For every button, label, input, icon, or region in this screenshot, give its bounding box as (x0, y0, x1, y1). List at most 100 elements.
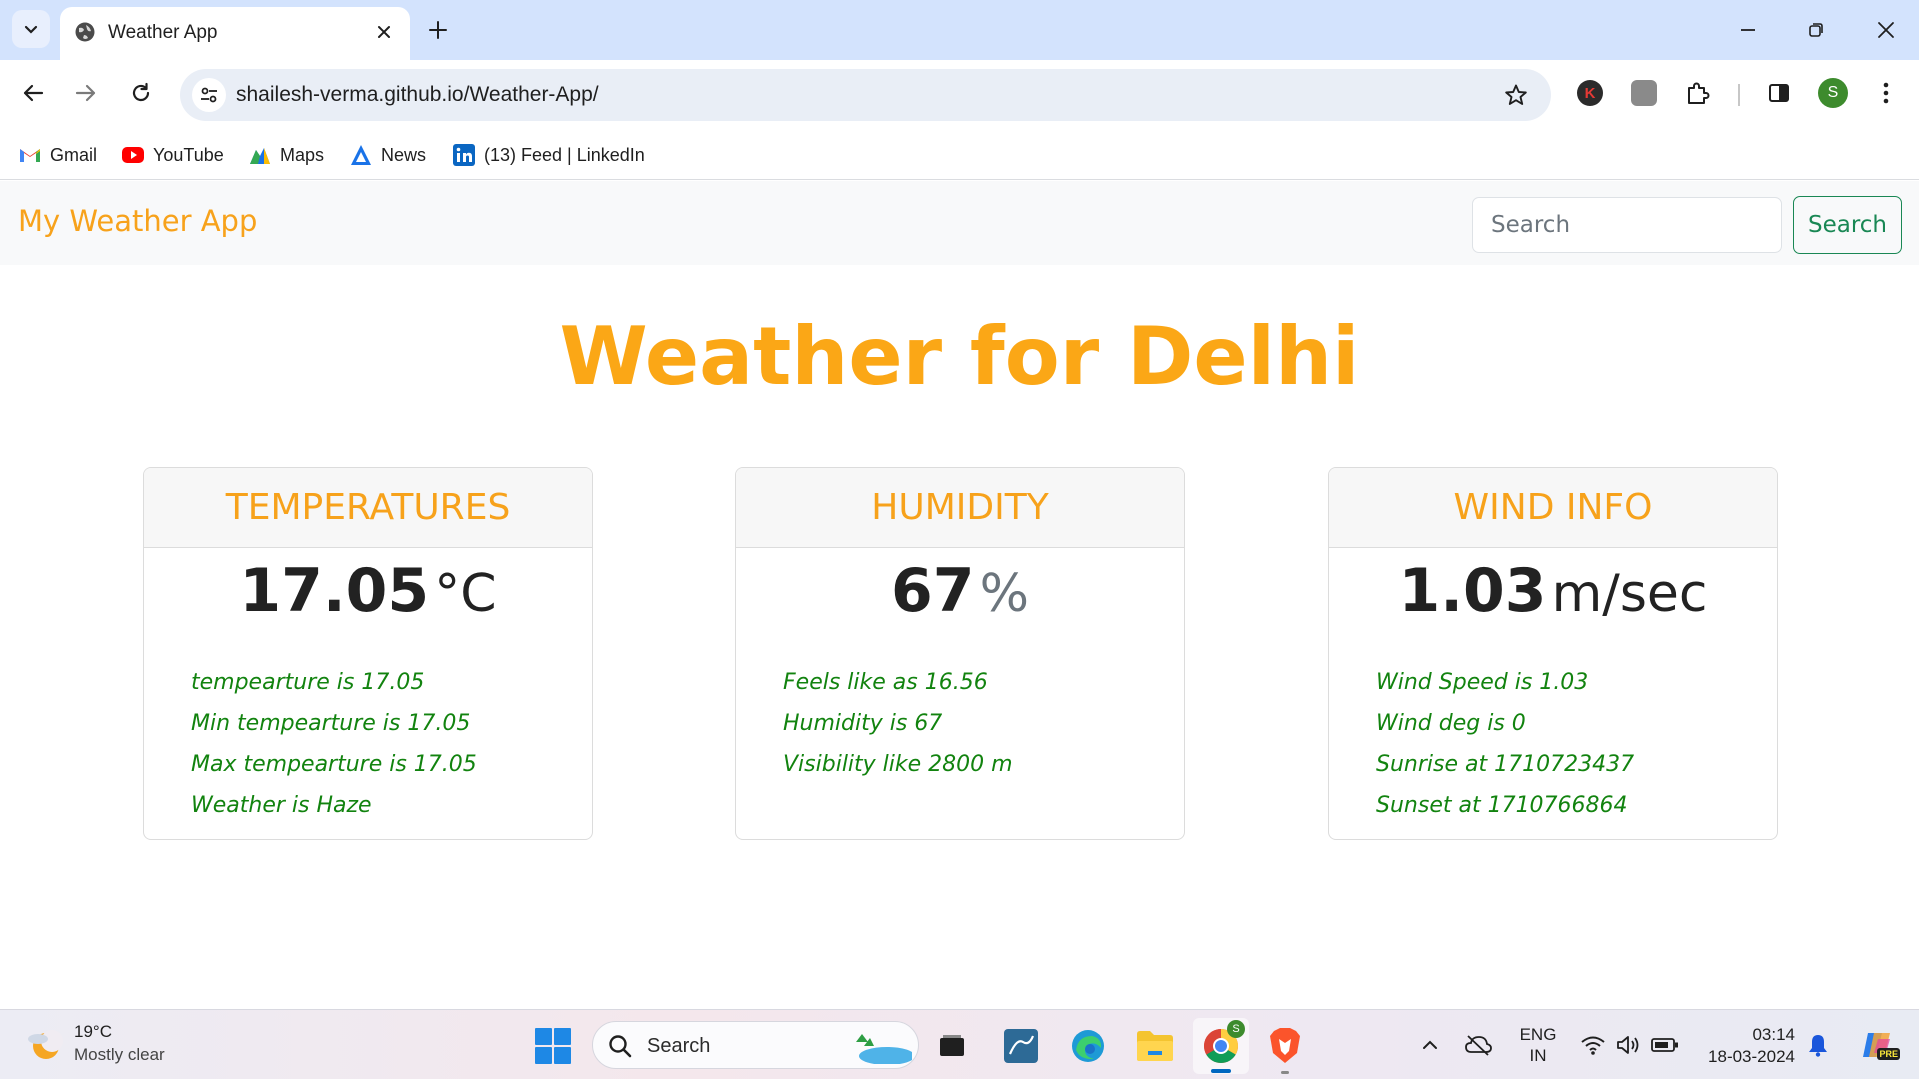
wifi-button[interactable] (1578, 1030, 1608, 1060)
copilot-preview-badge: PRE (1877, 1048, 1900, 1060)
forward-button[interactable] (66, 73, 106, 113)
side-panel-icon (1769, 84, 1789, 102)
bookmark-youtube[interactable]: YouTube (121, 140, 224, 170)
list-item: Humidity is 67 (783, 711, 943, 736)
arrow-left-icon (23, 84, 44, 102)
volume-button[interactable] (1614, 1030, 1644, 1060)
navbar-brand[interactable]: My Weather App (18, 204, 257, 238)
close-icon (1878, 22, 1894, 38)
profile-button[interactable]: S (1815, 75, 1851, 111)
mysql-workbench-app[interactable] (1000, 1025, 1042, 1067)
bookmark-maps[interactable]: Maps (248, 140, 324, 170)
puzzle-icon (1688, 82, 1710, 104)
bell-icon (1809, 1035, 1827, 1057)
chrome-app[interactable]: S (1193, 1018, 1249, 1074)
star-icon (1505, 84, 1527, 105)
wind-card: WIND INFO 1.03 m/sec Wind Speed is 1.03 … (1328, 467, 1778, 840)
site-info-button[interactable] (192, 78, 226, 112)
bookmark-label: News (381, 144, 427, 165)
tab-close-button[interactable] (372, 20, 396, 44)
temperature-card: TEMPERATURES 17.05 °C tempearture is 17.… (143, 467, 593, 840)
bookmark-label: Gmail (50, 144, 98, 165)
back-button[interactable] (13, 73, 53, 113)
card-detail-list: Wind Speed is 1.03 Wind deg is 0 Sunrise… (1329, 670, 1777, 834)
bookmark-linkedin[interactable]: (13) Feed | LinkedIn (452, 140, 645, 170)
system-clock[interactable]: 03:14 18-03-2024 (1695, 1024, 1795, 1068)
reload-icon (132, 82, 150, 102)
weather-temp: 19°C (74, 1022, 112, 1041)
card-value: 1.03 m/sec (1329, 556, 1777, 636)
edge-app[interactable] (1067, 1025, 1109, 1067)
reload-button[interactable] (121, 73, 161, 113)
temperature-value: 17.05 (239, 556, 430, 626)
bookmark-gmail[interactable]: Gmail (18, 140, 97, 170)
extensions-button[interactable] (1680, 75, 1716, 111)
list-item: Feels like as 16.56 (783, 670, 988, 695)
restore-icon (1809, 23, 1823, 37)
card-detail-list: tempearture is 17.05 Min tempearture is … (144, 670, 592, 834)
k-extension-icon: K (1577, 80, 1603, 106)
list-item: tempearture is 17.05 (191, 670, 425, 695)
cloud-off-icon (1465, 1035, 1492, 1056)
search-input[interactable] (1472, 197, 1782, 253)
browser-tab-strip: Weather App (0, 0, 1919, 60)
extension-k-button[interactable]: K (1572, 75, 1608, 111)
bookmark-news[interactable]: News (349, 140, 426, 170)
language-code: ENG (1519, 1025, 1557, 1044)
extension-gray-button[interactable] (1626, 75, 1662, 111)
file-explorer-app[interactable] (1134, 1025, 1176, 1067)
chevron-up-icon (1423, 1040, 1437, 1049)
folder-icon (1137, 1031, 1173, 1061)
gmail-icon (18, 143, 42, 167)
list-item: Weather is Haze (191, 793, 372, 818)
humidity-unit: % (979, 564, 1029, 624)
taskbar-search[interactable]: Search (592, 1021, 919, 1069)
search-highlight-icon (856, 1034, 912, 1064)
show-hidden-icons-button[interactable] (1415, 1030, 1445, 1060)
page-title: Weather for Delhi (559, 310, 1360, 403)
address-bar[interactable]: shailesh-verma.github.io/Weather-App/ (180, 69, 1551, 121)
chrome-profile-badge: S (1227, 1020, 1245, 1038)
brave-app[interactable] (1264, 1025, 1306, 1067)
wind-value: 1.03 (1398, 556, 1547, 626)
maps-icon (248, 143, 272, 167)
list-item: Wind Speed is 1.03 (1376, 670, 1589, 695)
battery-button[interactable] (1650, 1030, 1680, 1060)
onedrive-button[interactable] (1463, 1030, 1493, 1060)
task-view-button[interactable] (931, 1025, 973, 1067)
side-panel-button[interactable] (1761, 75, 1797, 111)
weather-widget[interactable]: 19°C Mostly clear (24, 1022, 165, 1065)
open-app-indicator (1281, 1071, 1289, 1074)
temperature-unit: °C (434, 564, 497, 624)
tab-search-button[interactable] (12, 10, 50, 48)
active-app-indicator (1211, 1069, 1231, 1073)
browser-menu-button[interactable] (1868, 75, 1904, 111)
search-button[interactable]: Search (1793, 196, 1902, 254)
edge-icon (1072, 1030, 1104, 1062)
moon-cloud-icon (24, 1024, 64, 1064)
bookmark-star-button[interactable] (1501, 80, 1531, 110)
browser-tab[interactable]: Weather App (60, 7, 410, 60)
arrow-right-icon (75, 84, 96, 102)
humidity-value: 67 (890, 556, 975, 626)
list-item: Sunset at 1710766864 (1376, 793, 1628, 818)
url-text[interactable]: shailesh-verma.github.io/Weather-App/ (236, 83, 599, 107)
notifications-button[interactable] (1803, 1030, 1833, 1060)
bookmark-label: Maps (280, 144, 325, 165)
bookmark-label: YouTube (153, 144, 224, 165)
start-button[interactable] (534, 1027, 572, 1065)
page-navbar: My Weather App Search (0, 181, 1919, 265)
extension-icon (1631, 80, 1657, 106)
copilot-button[interactable]: PRE (1856, 1030, 1900, 1060)
wind-unit: m/sec (1551, 564, 1708, 624)
card-header: HUMIDITY (736, 468, 1184, 548)
new-tab-button[interactable] (422, 14, 454, 46)
clock-date: 18-03-2024 (1708, 1047, 1795, 1066)
minimize-button[interactable] (1724, 10, 1772, 50)
avatar: S (1818, 78, 1848, 108)
close-window-button[interactable] (1862, 10, 1910, 50)
plus-icon (429, 21, 447, 39)
restore-button[interactable] (1792, 10, 1840, 50)
language-indicator[interactable]: ENG IN (1513, 1024, 1563, 1066)
browser-toolbar: shailesh-verma.github.io/Weather-App/ K … (0, 60, 1919, 130)
